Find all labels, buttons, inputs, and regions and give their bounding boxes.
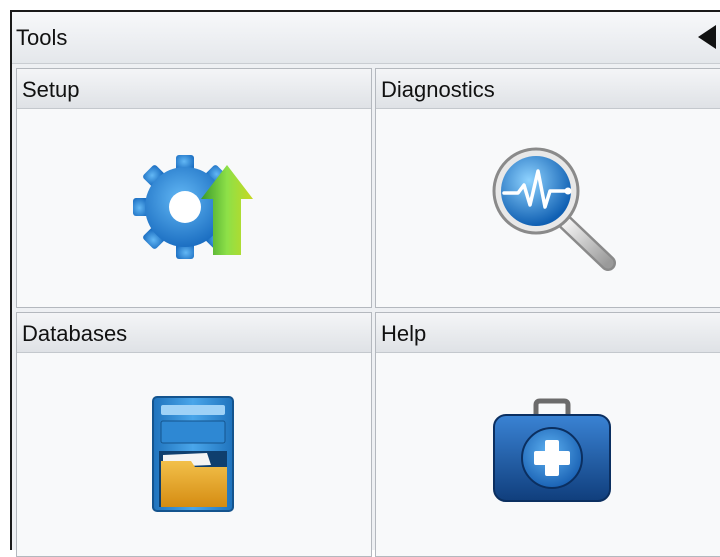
tile-body [376,109,720,307]
tile-body [376,353,720,556]
tile-label-diagnostics: Diagnostics [381,77,495,102]
tile-diagnostics[interactable]: Diagnostics [375,68,720,308]
tile-body [17,353,371,556]
back-arrow-icon[interactable] [698,25,716,49]
title-bar: Tools [12,12,720,64]
file-cabinet-icon [152,396,234,512]
tile-label-setup: Setup [22,77,80,102]
tile-databases[interactable]: Databases [16,312,372,557]
tools-window: Tools Setup Diagnostics Databases Help [10,10,720,557]
tile-body [17,109,371,307]
magnifier-waveform-icon [492,147,616,271]
tile-header: Databases [17,313,371,353]
tile-header: Diagnostics [376,69,720,109]
tile-header: Setup [17,69,371,109]
tile-help[interactable]: Help [375,312,720,557]
gear-update-icon [133,155,253,259]
first-aid-kit-icon [493,398,611,502]
tile-setup[interactable]: Setup [16,68,372,308]
tile-label-help: Help [381,321,427,346]
tile-header: Help [376,313,720,353]
page-title: Tools [16,25,68,50]
tile-label-databases: Databases [22,321,128,346]
